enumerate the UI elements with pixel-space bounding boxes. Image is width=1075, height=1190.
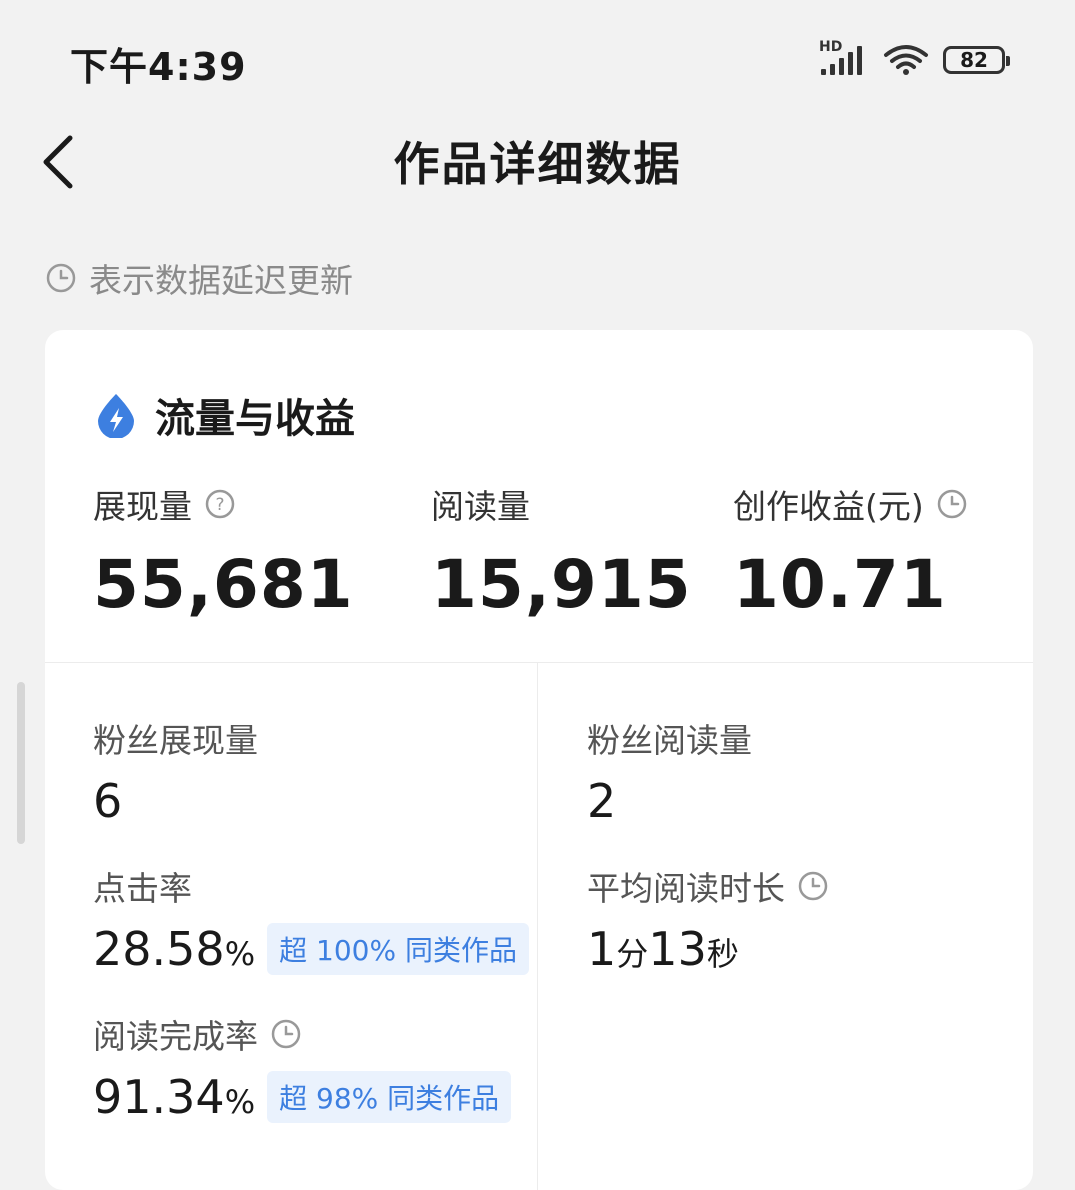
metric-reads-label: 阅读量: [431, 487, 530, 526]
avg-read-time-value: 1分13秒: [587, 922, 829, 976]
delay-notice: 表示数据延迟更新: [45, 254, 353, 302]
divider: [537, 663, 538, 1190]
question-icon[interactable]: ?: [204, 488, 236, 520]
avg-read-time-minutes: 1: [587, 922, 617, 976]
fan-reads: 粉丝阅读量 2: [587, 714, 752, 828]
metric-impressions-label: 展现量: [93, 487, 192, 526]
avg-read-time-sec-unit: 秒: [706, 935, 739, 973]
scrollbar[interactable]: [17, 682, 25, 844]
clock-icon: [798, 871, 828, 901]
clock-icon: [46, 263, 76, 293]
signal-icon: HD: [819, 39, 869, 77]
wifi-icon: [883, 43, 929, 77]
delay-notice-text: 表示数据延迟更新: [89, 261, 353, 300]
metric-revenue-label: 创作收益(元): [733, 487, 924, 526]
avg-read-time-seconds: 13: [648, 922, 707, 976]
metric-revenue: 创作收益(元) 10.71: [733, 480, 968, 623]
battery-indicator: 82: [943, 46, 1010, 74]
click-rate-value: 28.58: [93, 922, 225, 976]
click-rate-badge: 超 100% 同类作品: [267, 923, 529, 975]
metric-impressions-value: 55,681: [93, 546, 354, 623]
traffic-revenue-card: 流量与收益 展现量 ? 55,681 阅读量 15,915 创作收益(元) 10…: [45, 330, 1033, 1190]
section-title-text: 流量与收益: [155, 396, 355, 442]
avg-read-time-min-unit: 分: [616, 935, 649, 973]
completion-rate-badge: 超 98% 同类作品: [267, 1071, 512, 1123]
page-title: 作品详细数据: [393, 137, 682, 191]
avg-read-time: 平均阅读时长 1分13秒: [587, 862, 829, 976]
fan-reads-value: 2: [587, 774, 617, 828]
fan-reads-label: 粉丝阅读量: [587, 721, 752, 760]
status-time: 下午4:39: [70, 45, 247, 89]
status-icons: HD 82: [819, 39, 1010, 80]
completion-rate-unit: %: [224, 1083, 256, 1121]
click-rate-unit: %: [224, 935, 256, 973]
completion-rate: 阅读完成率 91.34% 超 98% 同类作品: [93, 1010, 512, 1124]
click-rate-label: 点击率: [93, 869, 192, 908]
completion-rate-value: 91.34: [93, 1070, 225, 1124]
fan-impressions-label: 粉丝展现量: [93, 721, 258, 760]
fan-impressions-value: 6: [93, 774, 123, 828]
avg-read-time-label: 平均阅读时长: [587, 869, 785, 908]
fan-impressions: 粉丝展现量 6: [93, 714, 258, 828]
section-title: 流量与收益: [95, 386, 355, 444]
metric-reads: 阅读量 15,915: [431, 480, 692, 623]
clock-icon: [937, 489, 966, 519]
click-rate: 点击率 28.58% 超 100% 同类作品: [93, 862, 529, 976]
svg-text:?: ?: [215, 495, 224, 515]
metric-reads-value: 15,915: [431, 546, 692, 623]
status-bar: 下午4:39 HD 82: [0, 0, 1075, 110]
metric-impressions: 展现量 ? 55,681: [93, 480, 354, 623]
header: 作品详细数据: [0, 110, 1075, 210]
divider: [45, 662, 1033, 663]
clock-icon: [271, 1019, 301, 1049]
completion-rate-label: 阅读完成率: [93, 1017, 258, 1056]
drop-lightning-icon: [98, 394, 134, 438]
metric-revenue-value: 10.71: [733, 546, 947, 623]
